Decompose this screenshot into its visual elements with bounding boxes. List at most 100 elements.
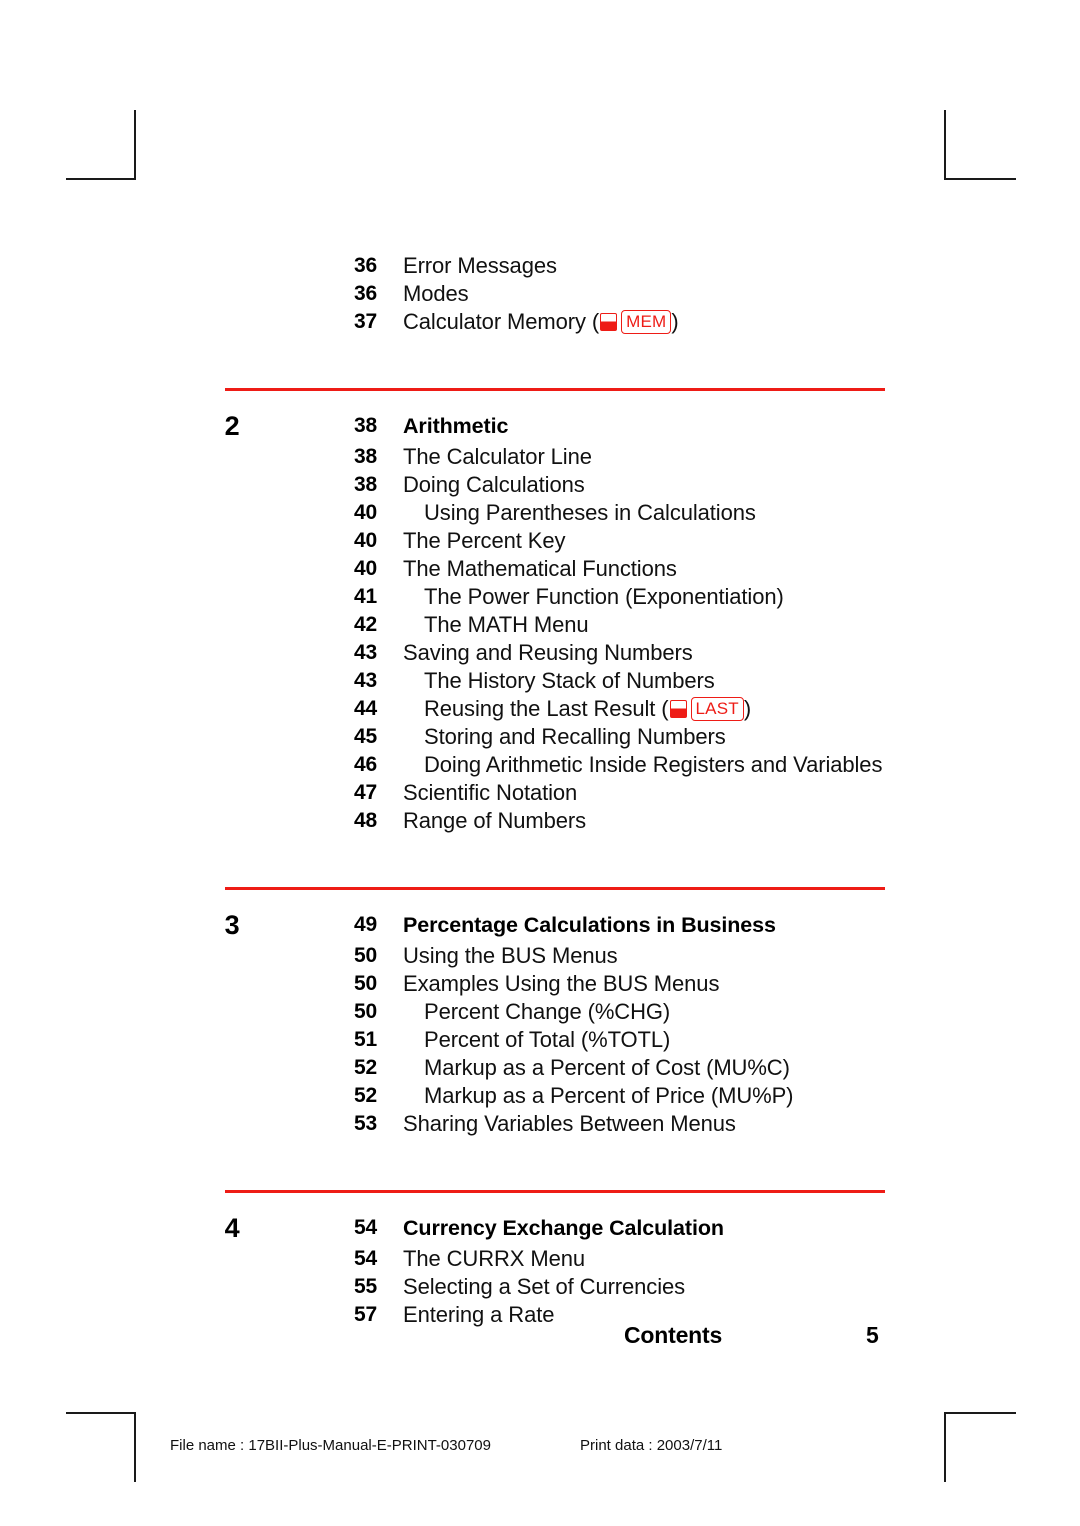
running-footer: Contents 5 bbox=[0, 1322, 1080, 1356]
chapter-number: 2 bbox=[224, 411, 240, 441]
calculator-key-mem: MEM bbox=[621, 310, 672, 334]
toc-page-number: 49 bbox=[354, 913, 377, 936]
toc-entry-title: Percent of Total (%TOTL) bbox=[424, 1027, 671, 1052]
page-folio-number: 5 bbox=[866, 1322, 879, 1348]
toc-entry-title: The Power Function (Exponentiation) bbox=[424, 584, 784, 609]
toc-entry-row[interactable]: 50 Using the BUS Menus bbox=[0, 942, 1080, 970]
toc-chapter-title: Percentage Calculations in Business bbox=[403, 913, 776, 937]
toc-entry-row[interactable]: 42 The MATH Menu bbox=[0, 611, 1080, 639]
chapter-spacer bbox=[0, 835, 1080, 887]
toc-entry-row[interactable]: 38 The Calculator Line bbox=[0, 443, 1080, 471]
toc-entry-title: Calculator Memory (MEM) bbox=[403, 309, 679, 334]
toc-chapter-title: Currency Exchange Calculation bbox=[403, 1216, 724, 1240]
toc-entry-title: Selecting a Set of Currencies bbox=[403, 1274, 686, 1299]
toc-page-number: 37 bbox=[354, 310, 377, 333]
toc-entry-title: The Calculator Line bbox=[403, 444, 592, 469]
toc-entry-row[interactable]: 52 Markup as a Percent of Price (MU%P) bbox=[0, 1082, 1080, 1110]
calculator-key-last: LAST bbox=[690, 697, 744, 721]
chapter-number: 4 bbox=[224, 1213, 240, 1243]
toc-page-number: 52 bbox=[354, 1056, 377, 1079]
print-slug-print-date: Print data : 2003/7/11 bbox=[580, 1437, 723, 1454]
toc-page-number: 48 bbox=[354, 809, 377, 832]
toc-page-number: 38 bbox=[354, 414, 377, 437]
toc-entry-row[interactable]: 55 Selecting a Set of Currencies bbox=[0, 1273, 1080, 1301]
toc-entry-row[interactable]: 41 The Power Function (Exponentiation) bbox=[0, 583, 1080, 611]
toc-entry-title: Doing Arithmetic Inside Registers and Va… bbox=[424, 752, 883, 777]
toc-entry-row[interactable]: 46 Doing Arithmetic Inside Registers and … bbox=[0, 751, 1080, 779]
toc-page-number: 45 bbox=[354, 725, 377, 748]
toc-page-number: 40 bbox=[354, 529, 377, 552]
toc-entry-row[interactable]: 40 The Mathematical Functions bbox=[0, 555, 1080, 583]
page-body: 36 Error Messages 36 Modes 37 Calculator Memo… bbox=[0, 0, 1080, 1526]
toc-entry-row[interactable]: 50 Percent Change (%CHG) bbox=[0, 998, 1080, 1026]
toc-page-number: 47 bbox=[354, 781, 377, 804]
toc-entry-row[interactable]: 40 The Percent Key bbox=[0, 527, 1080, 555]
toc-entry-title: Range of Numbers bbox=[403, 808, 587, 833]
toc-page-number: 51 bbox=[354, 1028, 377, 1051]
toc-entry-title: Markup as a Percent of Cost (MU%C) bbox=[424, 1055, 790, 1080]
toc-chapter-row[interactable]: 2 38 Arithmetic bbox=[0, 409, 1080, 443]
toc-entry-row[interactable]: 50 Examples Using the BUS Menus bbox=[0, 970, 1080, 998]
chapter-rule-spacer bbox=[0, 890, 1080, 908]
toc-entry-row[interactable]: 51 Percent of Total (%TOTL) bbox=[0, 1026, 1080, 1054]
toc-page-number: 38 bbox=[354, 445, 377, 468]
toc-entry-row[interactable]: 54 The CURRX Menu bbox=[0, 1245, 1080, 1273]
toc-page-number: 36 bbox=[354, 254, 377, 277]
toc-entry-row[interactable]: 37 Calculator Memory (MEM) bbox=[0, 308, 1080, 336]
toc-page-number: 41 bbox=[354, 585, 377, 608]
chapter-divider-rule bbox=[225, 1190, 885, 1193]
toc-entry-row[interactable]: 36 Error Messages bbox=[0, 252, 1080, 280]
closing-parenthesis: ) bbox=[671, 309, 679, 334]
toc-entry-title: The CURRX Menu bbox=[403, 1246, 585, 1271]
toc-entry-row[interactable]: 44 Reusing the Last Result (LAST) bbox=[0, 695, 1080, 723]
toc-entry-title: Examples Using the BUS Menus bbox=[403, 971, 720, 996]
shift-key-icon bbox=[600, 313, 618, 331]
toc-entry-title: The MATH Menu bbox=[424, 612, 589, 637]
toc-entry-title: The Mathematical Functions bbox=[403, 556, 677, 581]
toc-page-number: 50 bbox=[354, 1000, 377, 1023]
toc-entry-title: The History Stack of Numbers bbox=[424, 668, 715, 693]
toc-page-number: 38 bbox=[354, 473, 377, 496]
chapter-rule-spacer bbox=[0, 1193, 1080, 1211]
toc-page-number: 54 bbox=[354, 1247, 377, 1270]
toc-entry-title: The Percent Key bbox=[403, 528, 566, 553]
toc-entry-row[interactable]: 43 The History Stack of Numbers bbox=[0, 667, 1080, 695]
toc-page-number: 40 bbox=[354, 501, 377, 524]
toc-entry-title: Using the BUS Menus bbox=[403, 943, 618, 968]
toc-entry-row[interactable]: 45 Storing and Recalling Numbers bbox=[0, 723, 1080, 751]
toc-entry-title: Percent Change (%CHG) bbox=[424, 999, 671, 1024]
shift-key-icon bbox=[669, 700, 687, 718]
toc-entry-row[interactable]: 38 Doing Calculations bbox=[0, 471, 1080, 499]
toc-page-number: 43 bbox=[354, 669, 377, 692]
toc-entry-row[interactable]: 40 Using Parentheses in Calculations bbox=[0, 499, 1080, 527]
chapter-number: 3 bbox=[224, 910, 240, 940]
toc-entry-row[interactable]: 36 Modes bbox=[0, 280, 1080, 308]
key-sequence-last: LAST bbox=[669, 697, 744, 721]
toc-entry-title: Storing and Recalling Numbers bbox=[424, 724, 726, 749]
toc-chapter-title: Arithmetic bbox=[403, 414, 509, 438]
toc-page-number: 36 bbox=[354, 282, 377, 305]
toc-page-number: 50 bbox=[354, 972, 377, 995]
toc-entry-row[interactable]: 53 Sharing Variables Between Menus bbox=[0, 1110, 1080, 1138]
toc-entry-title: Using Parentheses in Calculations bbox=[424, 500, 756, 525]
toc-chapter-row[interactable]: 3 49 Percentage Calculations in Business bbox=[0, 908, 1080, 942]
toc-entry-row[interactable]: 48 Range of Numbers bbox=[0, 807, 1080, 835]
chapter-divider-rule bbox=[225, 887, 885, 890]
toc-page-number: 52 bbox=[354, 1084, 377, 1107]
toc-page-number: 44 bbox=[354, 697, 377, 720]
toc-page-number: 40 bbox=[354, 557, 377, 580]
toc-page-number: 55 bbox=[354, 1275, 377, 1298]
toc-entry-title: Reusing the Last Result (LAST) bbox=[424, 696, 752, 721]
toc-entry-row[interactable]: 43 Saving and Reusing Numbers bbox=[0, 639, 1080, 667]
toc-entry-title: Error Messages bbox=[403, 253, 557, 278]
toc-page-number: 43 bbox=[354, 641, 377, 664]
key-sequence-mem: MEM bbox=[599, 310, 672, 334]
toc-entry-row[interactable]: 47 Scientific Notation bbox=[0, 779, 1080, 807]
toc-page-number: 53 bbox=[354, 1112, 377, 1135]
toc-entry-row[interactable]: 52 Markup as a Percent of Cost (MU%C) bbox=[0, 1054, 1080, 1082]
running-footer-label: Contents bbox=[624, 1322, 723, 1348]
toc-entry-title: Doing Calculations bbox=[403, 472, 585, 497]
toc-page-number: 42 bbox=[354, 613, 377, 636]
toc-chapter-row[interactable]: 4 54 Currency Exchange Calculation bbox=[0, 1211, 1080, 1245]
toc-page-number: 50 bbox=[354, 944, 377, 967]
